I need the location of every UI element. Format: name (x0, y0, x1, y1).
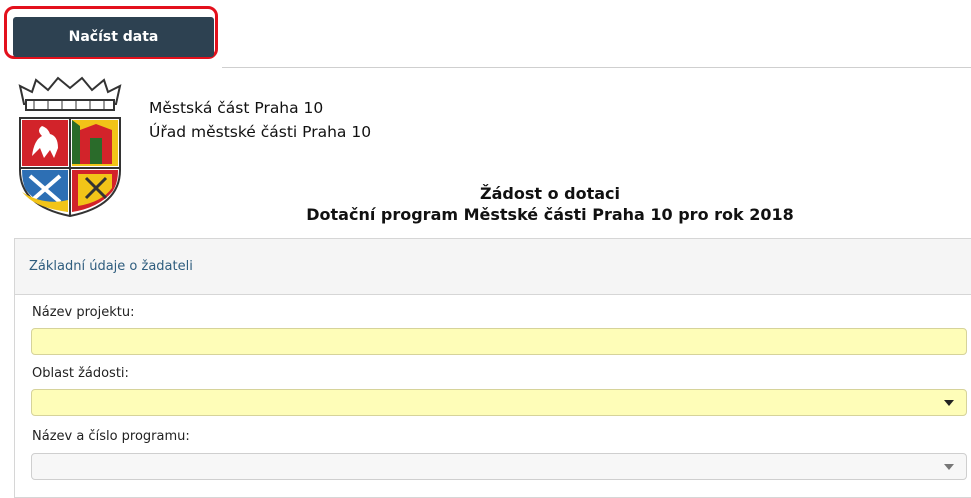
load-data-button[interactable]: Načíst data (13, 17, 214, 57)
praha-10-coat-of-arms-icon (14, 74, 126, 218)
office-line-2: Úřad městské části Praha 10 (149, 123, 372, 141)
title-line-2: Dotační program Městské části Praha 10 p… (306, 205, 794, 224)
program-name-label: Název a číslo programu: (32, 429, 190, 444)
section-title: Základní údaje o žadateli (15, 239, 971, 295)
application-area-label: Oblast žádosti: (32, 366, 129, 381)
title-line-1: Žádost o dotaci (479, 184, 620, 203)
project-name-input[interactable] (31, 328, 967, 355)
chevron-down-icon (944, 400, 954, 406)
document-title: Žádost o dotaci Dotační program Městské … (230, 183, 870, 225)
program-select[interactable] (31, 453, 967, 480)
chevron-down-icon (944, 464, 954, 470)
header-divider (222, 67, 971, 68)
applicant-section-panel: Základní údaje o žadateli Název projektu… (14, 238, 971, 498)
project-name-label: Název projektu: (32, 305, 135, 320)
application-area-select[interactable] (31, 389, 967, 416)
office-name-block: Městská část Praha 10 Úřad městské části… (149, 96, 371, 144)
office-line-1: Městská část Praha 10 (149, 99, 324, 117)
